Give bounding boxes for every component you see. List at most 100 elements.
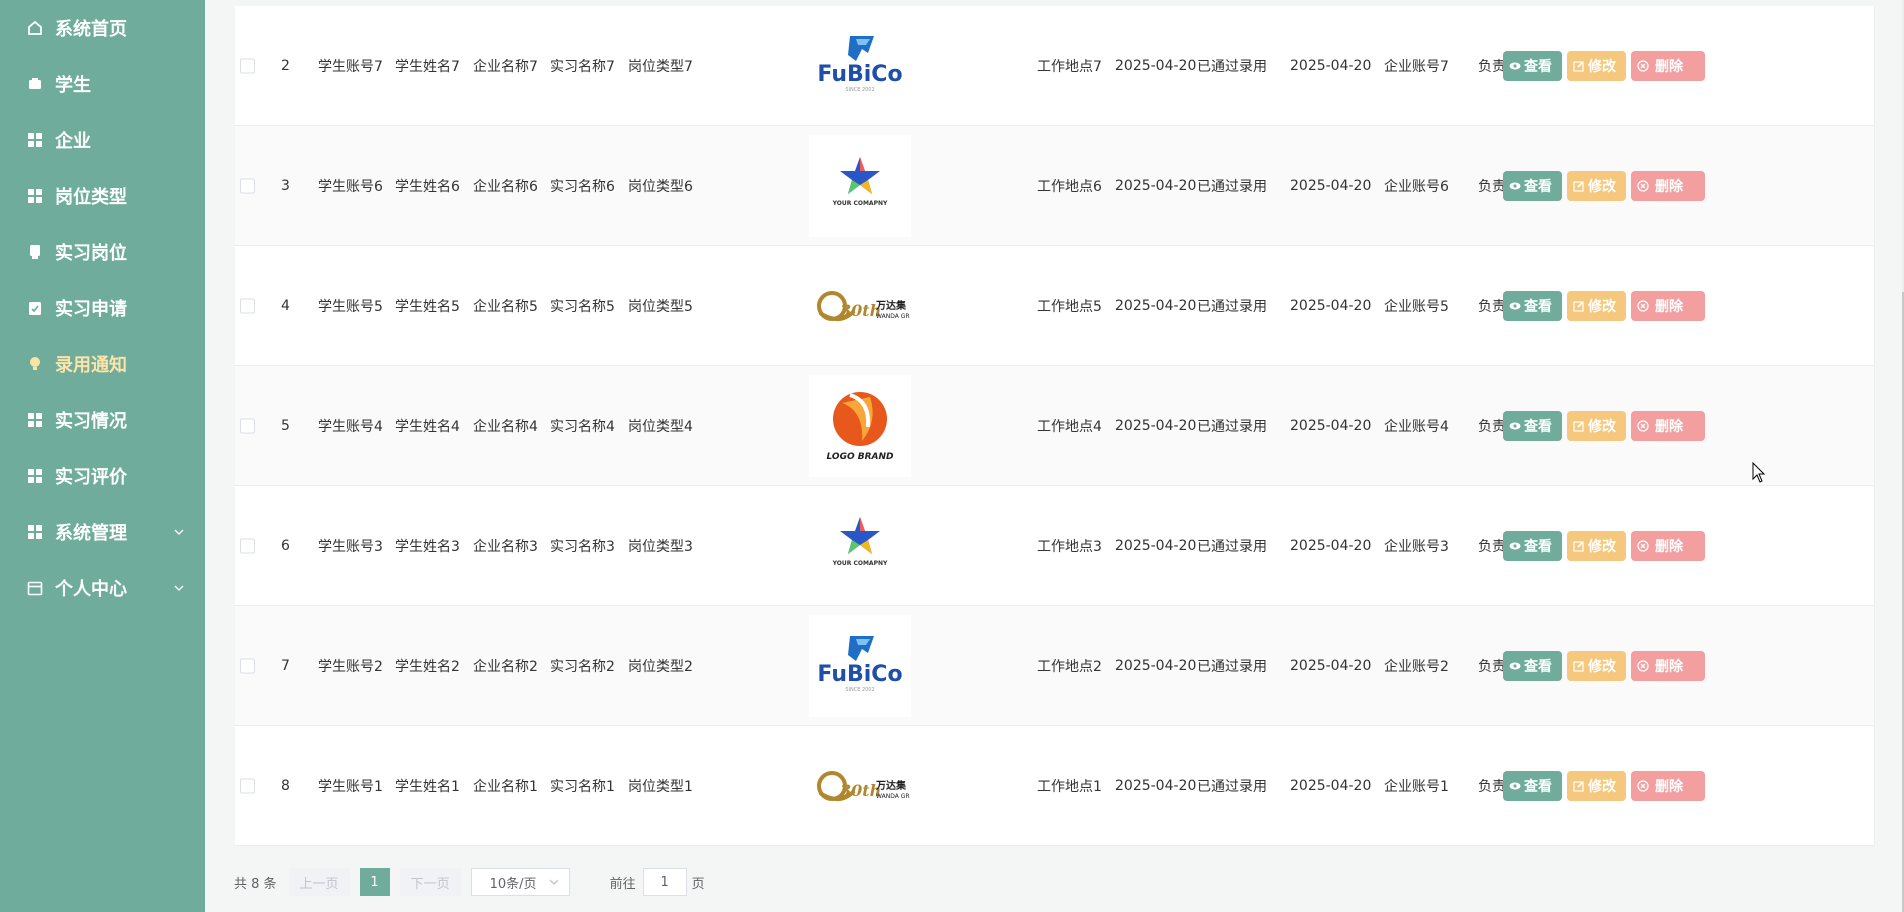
- delete-button[interactable]: 删除: [1631, 290, 1705, 321]
- cell-student-name: 学生姓名3: [395, 538, 460, 555]
- sidebar-item-1[interactable]: 学生: [0, 56, 205, 112]
- cell-student-name: 学生姓名2: [395, 658, 460, 675]
- edit-button[interactable]: 修改: [1567, 770, 1626, 801]
- cell-student-name: 学生姓名7: [395, 58, 460, 75]
- cell-status: 已通过录用: [1197, 298, 1267, 315]
- sidebar-item-label: 个人中心: [55, 579, 127, 600]
- sidebar-item-4[interactable]: 实习岗位: [0, 224, 205, 280]
- edit-button[interactable]: 修改: [1567, 170, 1626, 201]
- cell-company-name: 企业名称7: [473, 58, 538, 75]
- row-checkbox[interactable]: [240, 418, 255, 433]
- bulb-icon: [27, 356, 43, 372]
- close-circle-icon: [1637, 419, 1649, 432]
- view-button[interactable]: 查看: [1503, 170, 1562, 201]
- sidebar-item-10[interactable]: 个人中心: [0, 560, 205, 616]
- cell-status: 已通过录用: [1197, 418, 1267, 435]
- close-circle-icon: [1637, 779, 1649, 792]
- view-button[interactable]: 查看: [1503, 530, 1562, 561]
- sidebar-item-3[interactable]: 岗位类型: [0, 168, 205, 224]
- sidebar-item-7[interactable]: 实习情况: [0, 392, 205, 448]
- sidebar-item-label: 岗位类型: [55, 187, 127, 208]
- sidebar-item-label: 实习岗位: [55, 243, 127, 264]
- sidebar-item-9[interactable]: 系统管理: [0, 504, 205, 560]
- row-checkbox[interactable]: [240, 658, 255, 673]
- table-row: 7 学生账号2 学生姓名2 企业名称2 实习名称2 岗位类型2 工作地点2 2025-04-2…: [235, 606, 1874, 726]
- admission-table: 2 学生账号7 学生姓名7 企业名称7 实习名称7 岗位类型7 工作地点7 2025-04-2…: [235, 6, 1875, 846]
- svg-text:YOUR COMAPNY: YOUR COMAPNY: [832, 200, 888, 207]
- sidebar-item-8[interactable]: 实习评价: [0, 448, 205, 504]
- close-circle-icon: [1637, 179, 1649, 192]
- cell-date: 2025-04-20: [1290, 417, 1372, 434]
- edit-icon: [1573, 300, 1584, 312]
- next-page-button[interactable]: 下一页: [399, 868, 461, 896]
- edit-button-label: 修改: [1588, 178, 1616, 195]
- delete-button-label: 删除: [1655, 298, 1683, 315]
- edit-button[interactable]: 修改: [1567, 650, 1626, 681]
- pagination-total: 共 8 条: [234, 876, 277, 892]
- view-button[interactable]: 查看: [1503, 410, 1562, 441]
- edit-icon: [1573, 540, 1584, 552]
- cell-student-account: 学生账号4: [318, 418, 383, 435]
- delete-button[interactable]: 删除: [1631, 50, 1705, 81]
- prev-page-button[interactable]: 上一页: [288, 868, 350, 896]
- grid-icon: [27, 468, 43, 484]
- delete-button[interactable]: 删除: [1631, 410, 1705, 441]
- sidebar-item-0[interactable]: 系统首页: [0, 0, 205, 56]
- company-logo-image: YOUR COMAPNY: [809, 134, 911, 237]
- sidebar-item-label: 企业: [55, 131, 91, 152]
- row-checkbox[interactable]: [240, 178, 255, 193]
- cell-status: 已通过录用: [1197, 658, 1267, 675]
- edit-button[interactable]: 修改: [1567, 530, 1626, 561]
- goto-label: 前往: [609, 876, 636, 892]
- eye-icon: [1509, 662, 1521, 669]
- cell-index: 4: [281, 297, 290, 314]
- delete-button[interactable]: 删除: [1631, 770, 1705, 801]
- cell-date: 2025-04-20: [1115, 297, 1197, 314]
- cell-work-location: 工作地点6: [1037, 178, 1102, 195]
- cell-post-type: 岗位类型5: [628, 298, 693, 315]
- sidebar-item-5[interactable]: 实习申请: [0, 280, 205, 336]
- delete-button[interactable]: 删除: [1631, 170, 1705, 201]
- edit-button[interactable]: 修改: [1567, 410, 1626, 441]
- cell-student-account: 学生账号1: [318, 778, 383, 795]
- view-button[interactable]: 查看: [1503, 650, 1562, 681]
- cell-company-account: 企业账号5: [1384, 298, 1449, 315]
- delete-button-label: 删除: [1655, 418, 1683, 435]
- edit-button-label: 修改: [1588, 778, 1616, 795]
- row-checkbox[interactable]: [240, 298, 255, 313]
- sidebar: 系统首页 学生企业岗位类型实习岗位实习申请录用通知 实习情况 实习评价 系统管理个人中心: [0, 0, 205, 912]
- page-size-select[interactable]: 10条/页: [470, 868, 570, 896]
- view-button-label: 查看: [1524, 298, 1552, 315]
- sidebar-item-label: 实习申请: [55, 299, 127, 320]
- eye-icon: [1509, 62, 1521, 69]
- close-circle-icon: [1637, 59, 1649, 72]
- delete-button[interactable]: 删除: [1631, 650, 1705, 681]
- cell-student-account: 学生账号6: [318, 178, 383, 195]
- view-button[interactable]: 查看: [1503, 50, 1562, 81]
- delete-button[interactable]: 删除: [1631, 530, 1705, 561]
- edit-button[interactable]: 修改: [1567, 290, 1626, 321]
- view-button[interactable]: 查看: [1503, 770, 1562, 801]
- delete-button-label: 删除: [1655, 58, 1683, 75]
- sidebar-item-6[interactable]: 录用通知: [0, 336, 205, 392]
- row-checkbox[interactable]: [240, 538, 255, 553]
- edit-button-label: 修改: [1588, 658, 1616, 675]
- svg-text:FuBiCo: FuBiCo: [817, 62, 902, 87]
- grid-icon: [27, 132, 43, 148]
- cell-post-type: 岗位类型3: [628, 538, 693, 555]
- clipboard-icon: [27, 300, 43, 316]
- row-checkbox[interactable]: [240, 58, 255, 73]
- cell-internship-name: 实习名称3: [550, 538, 615, 555]
- sidebar-item-2[interactable]: 企业: [0, 112, 205, 168]
- row-checkbox[interactable]: [240, 778, 255, 793]
- cell-date: 2025-04-20: [1115, 537, 1197, 554]
- goto-page-input[interactable]: 1: [642, 868, 687, 896]
- cell-company-account: 企业账号6: [1384, 178, 1449, 195]
- cell-post-type: 岗位类型2: [628, 658, 693, 675]
- edit-button[interactable]: 修改: [1567, 50, 1626, 81]
- edit-icon: [1573, 660, 1584, 672]
- page-number-1[interactable]: 1: [359, 868, 390, 896]
- cell-company-name: 企业名称1: [473, 778, 538, 795]
- cell-internship-name: 实习名称7: [550, 58, 615, 75]
- view-button[interactable]: 查看: [1503, 290, 1562, 321]
